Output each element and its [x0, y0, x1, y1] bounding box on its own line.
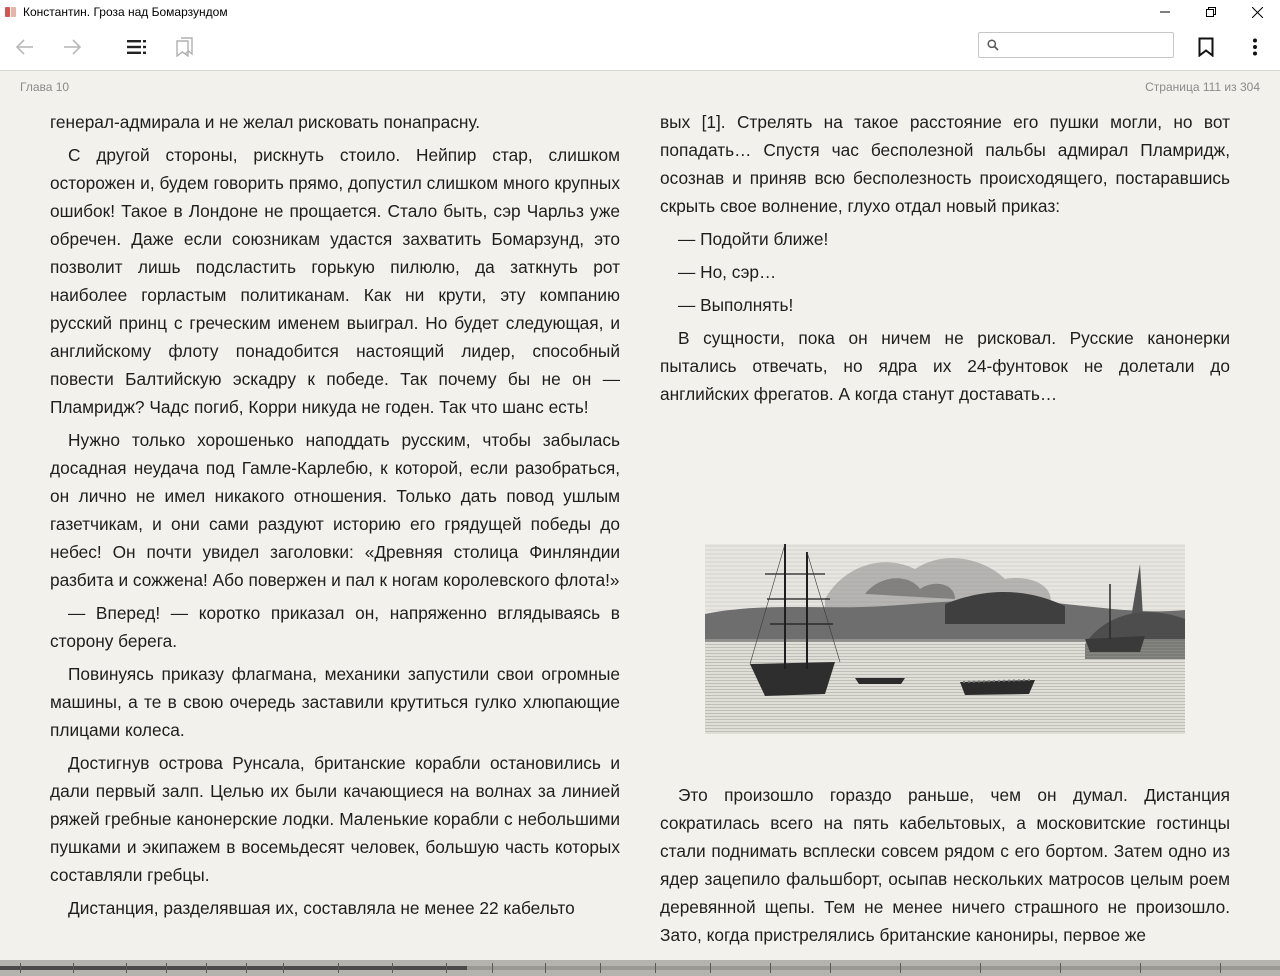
- dialogue-line: — Но, сэр…: [678, 262, 777, 282]
- left-page-column: генерал-адмирала и не желал рисковать по…: [50, 108, 620, 927]
- chapter-tick: [980, 963, 981, 973]
- chapter-tick: [900, 963, 901, 973]
- toolbar: [0, 24, 1280, 71]
- chapter-tick: [392, 963, 393, 973]
- dialogue-line: — Подойти ближе!: [678, 229, 829, 249]
- paragraph: Повинуясь приказу флагмана, механики зап…: [50, 664, 620, 740]
- chapter-tick: [492, 963, 493, 973]
- paragraph: вых [1]. Стрелять на такое расстояние ег…: [660, 112, 1230, 216]
- bookmark-add-icon: [1198, 37, 1214, 57]
- window-controls: [1142, 0, 1280, 24]
- paragraph: Дистанция, разделявшая их, составляла не…: [68, 898, 575, 918]
- table-of-contents-button[interactable]: [120, 24, 154, 70]
- chapter-tick: [446, 963, 447, 973]
- chapter-tick: [710, 963, 711, 973]
- chapter-tick: [545, 963, 546, 973]
- search-box[interactable]: [978, 32, 1174, 58]
- app-book-icon: [5, 6, 17, 18]
- paragraph: генерал-адмирала и не желал рисковать по…: [50, 112, 481, 132]
- chapter-tick: [283, 963, 284, 973]
- paragraph: Нужно только хорошенько наподдать русски…: [50, 430, 620, 590]
- minimize-icon: [1160, 11, 1170, 13]
- restore-button[interactable]: [1188, 0, 1234, 24]
- paragraph: С другой стороны, рискнуть стоило. Нейпи…: [50, 145, 620, 417]
- reading-progress-slider[interactable]: [0, 960, 1280, 976]
- back-button[interactable]: [8, 24, 42, 70]
- dialogue-line: — Выполнять!: [678, 295, 794, 315]
- bookmarks-icon: [176, 37, 193, 57]
- paragraph: В сущности, пока он ничем не рисковал. Р…: [660, 328, 1230, 404]
- chapter-tick: [73, 963, 74, 973]
- arrow-left-icon: [16, 39, 33, 55]
- window-title: Константин. Гроза над Бомарзундом: [23, 5, 228, 19]
- chapter-tick: [655, 963, 656, 973]
- search-icon: [987, 39, 999, 51]
- chapter-tick: [338, 963, 339, 973]
- engraving-warships-illustration: [705, 544, 1185, 734]
- more-vertical-icon: [1253, 38, 1257, 56]
- close-button[interactable]: [1234, 0, 1280, 24]
- chapter-tick: [126, 963, 127, 973]
- chapter-tick: [1140, 963, 1141, 973]
- arrow-right-icon: [64, 39, 81, 55]
- progress-fill: [0, 966, 468, 970]
- chapter-tick: [246, 963, 247, 973]
- chapter-tick: [166, 963, 167, 973]
- chapter-label: Глава 10: [20, 80, 70, 94]
- close-icon: [1251, 6, 1263, 18]
- paragraph: Это произошло гораздо раньше, чем он дум…: [660, 785, 1230, 945]
- restore-icon: [1206, 7, 1216, 17]
- paragraph: — Вперед! — коротко приказал он, напряже…: [50, 603, 620, 651]
- forward-button[interactable]: [55, 24, 89, 70]
- chapter-tick: [600, 963, 601, 973]
- paragraph: Достигнув острова Рунсала, британские ко…: [50, 753, 620, 885]
- chapter-tick: [206, 963, 207, 973]
- page-counter: Страница 111 из 304: [1145, 80, 1260, 94]
- chapter-tick: [770, 963, 771, 973]
- chapter-tick: [1220, 963, 1221, 973]
- title-bar: Константин. Гроза над Бомарзундом: [0, 0, 1280, 24]
- chapter-tick: [830, 963, 831, 973]
- more-menu-button[interactable]: [1238, 24, 1272, 70]
- search-input[interactable]: [1005, 35, 1171, 57]
- chapter-tick: [1060, 963, 1061, 973]
- contents-list-icon: [127, 40, 146, 54]
- right-page-column-bottom: Это произошло гораздо раньше, чем он дум…: [660, 781, 1230, 954]
- chapter-tick: [20, 963, 21, 973]
- bookmarks-list-button[interactable]: [168, 24, 202, 70]
- add-bookmark-button[interactable]: [1189, 24, 1223, 70]
- minimize-button[interactable]: [1142, 0, 1188, 24]
- right-page-column-top: вых [1]. Стрелять на такое расстояние ег…: [660, 108, 1230, 413]
